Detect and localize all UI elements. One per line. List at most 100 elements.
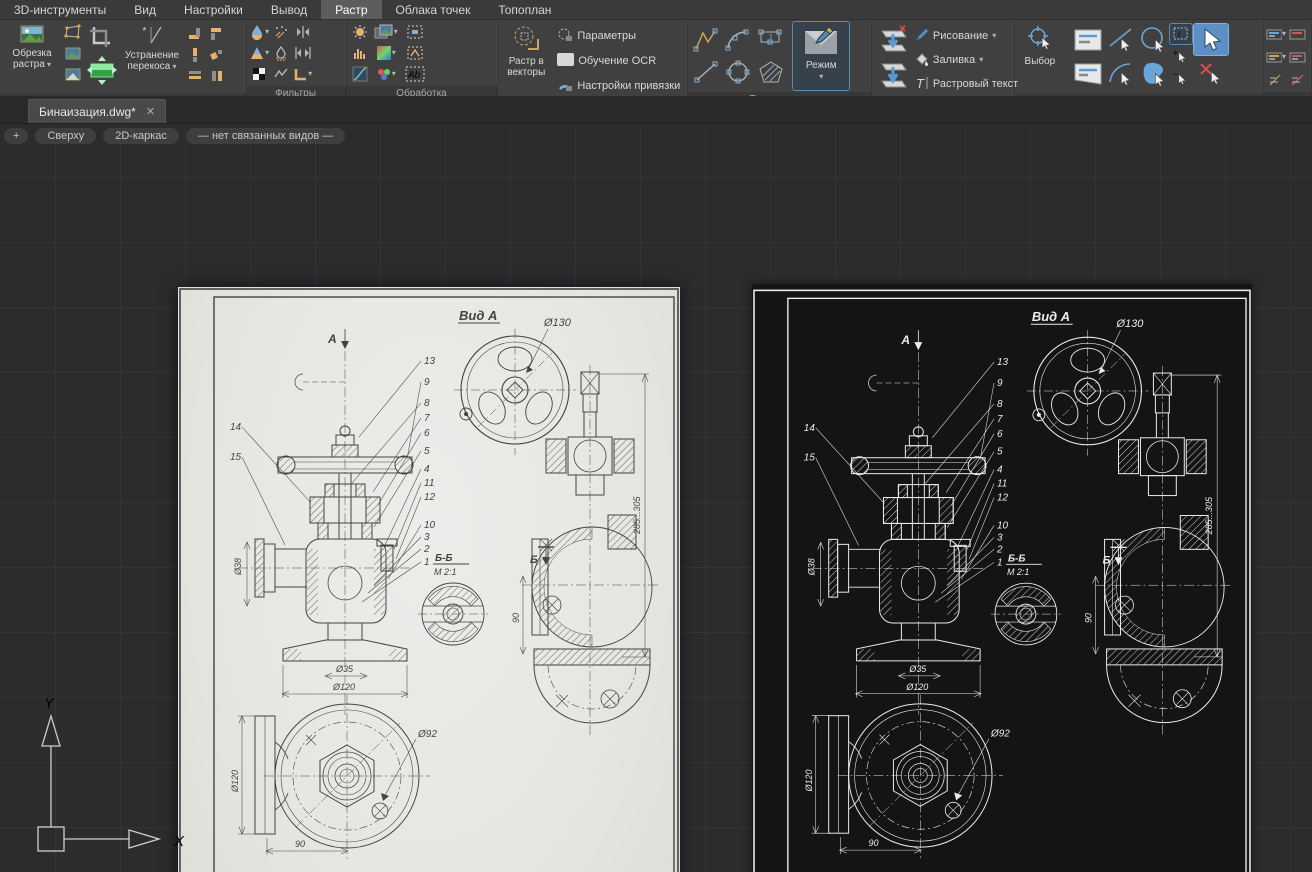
align-stack-icon[interactable] xyxy=(185,66,205,86)
gradient-map-icon[interactable]: ▾ xyxy=(372,43,400,63)
deselect-icon[interactable] xyxy=(1194,58,1228,89)
rasterize-delete-icon[interactable] xyxy=(875,24,909,56)
dilate-icon[interactable] xyxy=(293,43,313,63)
select-frame-icon[interactable] xyxy=(402,43,428,63)
trace-line-icon[interactable] xyxy=(691,58,721,86)
side-view: Б xyxy=(1084,366,1230,735)
ocr-area-icon[interactable]: Ab xyxy=(402,64,428,84)
layer-red2-icon[interactable] xyxy=(1288,47,1308,67)
layer-orange-icon[interactable]: ▾ xyxy=(1266,47,1286,67)
raster-text-icon: T xyxy=(915,76,929,93)
menu-tab-raster-active[interactable]: Растр xyxy=(321,0,381,19)
fill-holes-icon[interactable] xyxy=(271,43,291,63)
menu-tab-view[interactable]: Вид xyxy=(120,0,170,19)
trace-contour-icon[interactable] xyxy=(755,26,787,54)
conversion-parameters-button[interactable]: Параметры xyxy=(553,25,684,47)
align-corner-icon[interactable] xyxy=(185,24,205,44)
menu-tab-3d-tools[interactable]: 3D-инструменты xyxy=(0,0,120,19)
ucs-x-label: X xyxy=(173,833,185,850)
trace-hatch-icon[interactable] xyxy=(755,58,787,86)
viewport-linked-views-control[interactable]: — нет связанных видов — xyxy=(186,128,345,144)
raster-to-vectors-button[interactable]: Растр ввекторы xyxy=(501,22,551,92)
layer-edit-icon[interactable] xyxy=(1266,70,1286,90)
pencil-icon xyxy=(915,28,929,45)
sharpen-icon[interactable]: ▾ xyxy=(249,43,269,63)
image-frame-icon[interactable] xyxy=(63,43,83,63)
document-tab[interactable]: Бинаизация.dwg* ✕ xyxy=(28,99,166,123)
ocr-training-button[interactable]: aB Обучение OCR xyxy=(553,50,684,72)
close-tab-icon[interactable]: ✕ xyxy=(146,105,155,118)
menu-tab-settings[interactable]: Настройки xyxy=(170,0,257,19)
ribbon-group-rasterization: Рисование▾ Заливка▾ T Растровый текст Ра… xyxy=(872,20,1014,96)
layer-delete-icon[interactable] xyxy=(1288,70,1308,90)
select-line-icon[interactable] xyxy=(1106,24,1136,55)
raster-text-button[interactable]: T Растровый текст xyxy=(911,73,1022,95)
part-4: 4 xyxy=(424,464,430,475)
selection-subtract-icon[interactable]: − xyxy=(1170,68,1192,88)
part-6: 6 xyxy=(424,428,430,439)
layer-blue-icon[interactable]: ▾ xyxy=(1266,24,1286,44)
cut-a-label: А xyxy=(327,332,337,346)
despeckle-icon[interactable] xyxy=(271,22,291,42)
image-adjust-icon[interactable]: ▾ xyxy=(372,22,400,42)
raster-fill-button[interactable]: Заливка▾ xyxy=(911,49,1022,71)
d120-front-dim-label: Ø120 xyxy=(332,682,355,692)
align-rotate-icon[interactable] xyxy=(207,45,227,65)
curves-icon[interactable] xyxy=(350,64,370,84)
select-arc-icon[interactable] xyxy=(1106,58,1136,89)
d92-dim-label: Ø92 xyxy=(990,729,1010,740)
cursor-select-icon[interactable] xyxy=(1194,24,1228,55)
d38-dim-label: Ø38 xyxy=(233,558,243,576)
part-8: 8 xyxy=(424,398,430,409)
drawing-viewport[interactable]: + Сверху 2D-каркас — нет связанных видов… xyxy=(0,124,1312,872)
ribbon-group-processing: ▾ ▾ ▾ Ab Обработка xyxy=(347,20,498,96)
trace-polyline-icon[interactable] xyxy=(691,26,721,54)
select-button[interactable]: Выбор xyxy=(1017,22,1063,92)
menu-tab-point-clouds[interactable]: Облака точек xyxy=(382,0,485,19)
select-raster-area-icon[interactable] xyxy=(1072,24,1104,55)
select-blob-icon[interactable] xyxy=(1138,58,1168,89)
dim-90-bottom: 90 xyxy=(869,838,879,848)
blur-drop-icon[interactable]: ▾ xyxy=(249,22,269,42)
crop-icon[interactable] xyxy=(85,22,115,52)
dim-range-label: 285...305 xyxy=(1204,497,1214,535)
binarized-drawing[interactable]: Вид А Ø130 xyxy=(752,284,1252,872)
viewport-visual-style-control[interactable]: 2D-каркас xyxy=(103,128,179,144)
snap-settings-button[interactable]: Настройки привязки xyxy=(553,75,684,97)
align-vertical-icon[interactable] xyxy=(185,45,205,65)
binarize-checker-icon[interactable] xyxy=(249,64,269,84)
menu-tab-topoplan[interactable]: Топоплан xyxy=(484,0,565,19)
align-corner2-icon[interactable] xyxy=(207,24,227,44)
trace-arc-icon[interactable] xyxy=(723,26,753,54)
viewport-view-control[interactable]: Сверху xyxy=(35,128,96,144)
trace-mode-button[interactable]: Режим▾ xyxy=(793,22,849,90)
select-area-icon[interactable] xyxy=(402,22,428,42)
menu-tab-output[interactable]: Вывод xyxy=(257,0,321,19)
viewport-controls-menu[interactable]: + xyxy=(4,128,28,144)
rasterize-icon[interactable] xyxy=(875,59,909,91)
color-dots-icon[interactable]: ▾ xyxy=(372,64,400,84)
rubber-sheet-icon[interactable] xyxy=(63,22,83,42)
selection-mode-new-icon[interactable]: i xyxy=(1170,24,1192,44)
align-pair-icon[interactable] xyxy=(207,66,227,86)
svg-text:aB: aB xyxy=(559,55,572,66)
image-corner-icon[interactable] xyxy=(63,64,83,84)
erode-icon[interactable] xyxy=(293,22,313,42)
part-8: 8 xyxy=(997,399,1003,410)
selection-add-icon[interactable]: + xyxy=(1170,46,1192,66)
corner-filter-icon[interactable]: ▾ xyxy=(293,64,313,84)
deskew-button[interactable]: * Устранениеперекоса ▾ xyxy=(121,22,183,92)
ucs-icon[interactable]: Y X xyxy=(14,694,194,864)
layer-red-icon[interactable] xyxy=(1288,24,1308,44)
smooth-icon[interactable] xyxy=(271,64,291,84)
brightness-icon[interactable] xyxy=(350,22,370,42)
raster-draw-button[interactable]: Рисование▾ xyxy=(911,25,1022,47)
select-raster-polygon-icon[interactable] xyxy=(1072,58,1104,89)
crop-raster-button[interactable]: Обрезкарастра ▾ xyxy=(3,22,61,92)
trace-circle-icon[interactable] xyxy=(723,58,753,86)
select-circle-icon[interactable] xyxy=(1138,24,1168,55)
resize-raster-icon[interactable] xyxy=(85,53,119,87)
histogram-icon[interactable] xyxy=(350,43,370,63)
raster-scan-drawing[interactable]: Вид А Ø130 xyxy=(178,287,680,872)
svg-text:+: + xyxy=(1173,48,1178,58)
